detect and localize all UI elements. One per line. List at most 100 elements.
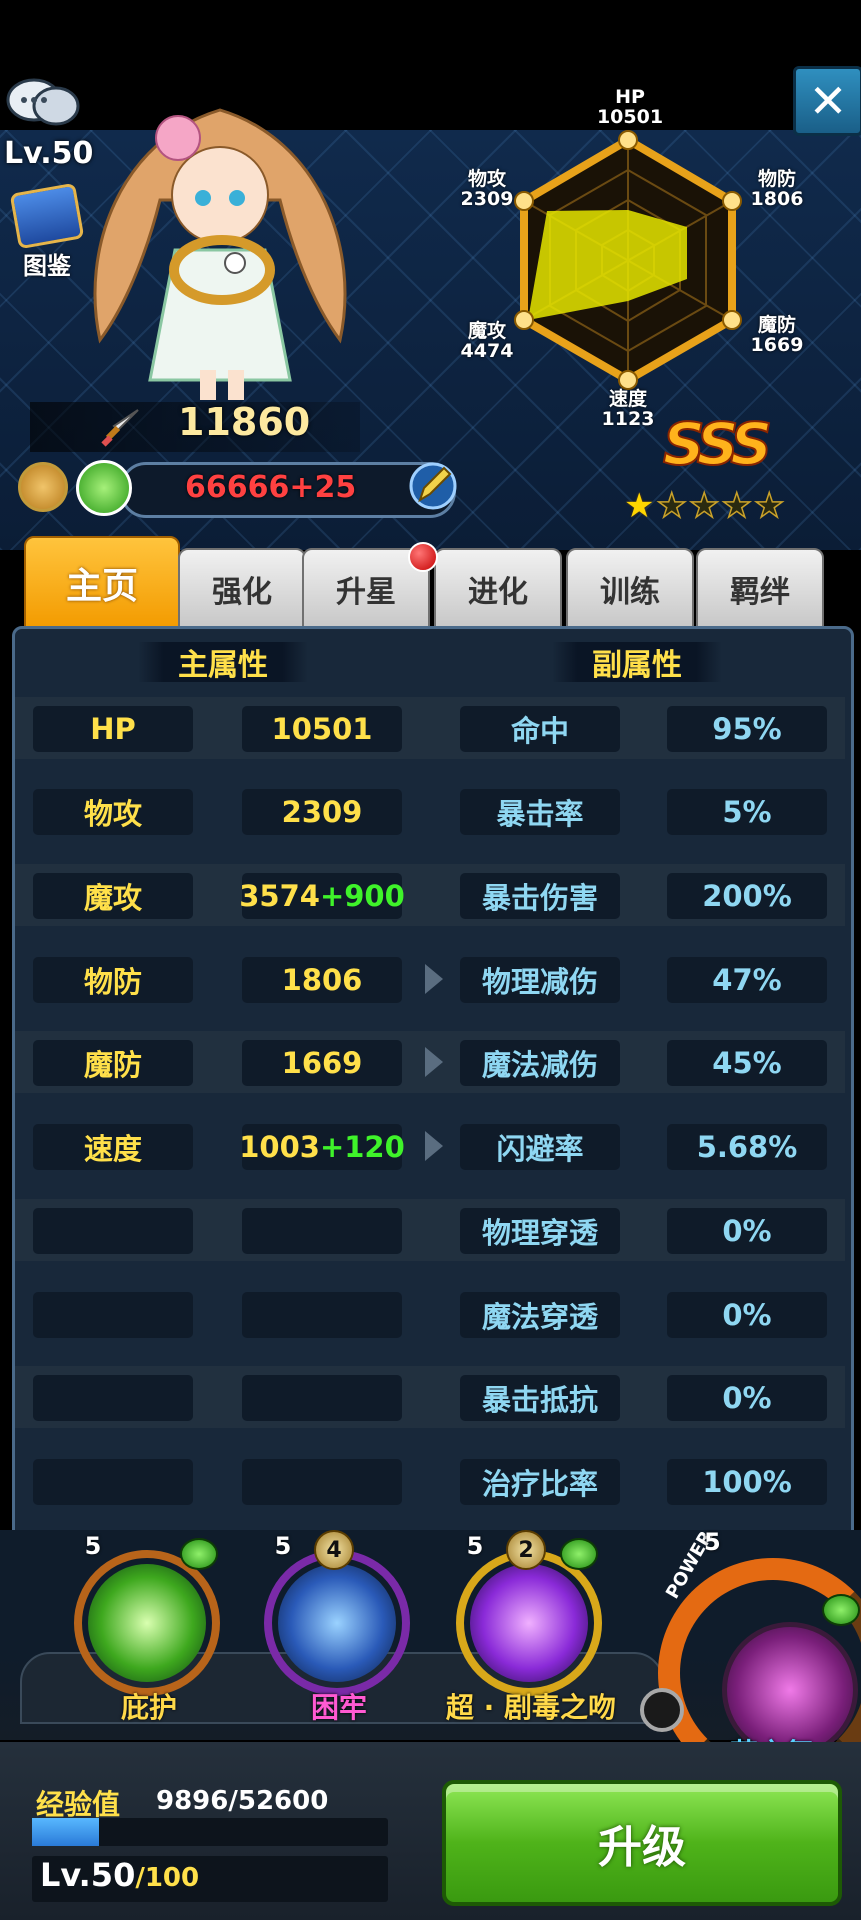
main-attr-name: HP — [33, 706, 193, 752]
tab-enhance[interactable]: 强化 — [178, 548, 306, 630]
sub-attr-name: 暴击伤害 — [460, 873, 620, 919]
sub-attr-value: 200% — [667, 873, 827, 919]
level-display: Lv.50/100 — [40, 1856, 200, 1894]
radar-label-mag-atk: 魔攻 4474 — [460, 320, 514, 362]
tab-home[interactable]: 主页 — [24, 536, 180, 630]
main-attributes-title: 主属性 — [138, 642, 308, 683]
sub-attr-value: 0% — [667, 1208, 827, 1254]
upgrade-button[interactable]: 升级 — [442, 1780, 842, 1906]
main-attr-value: 2309 — [242, 789, 402, 835]
radar-label-mag-def: 魔防 1669 — [750, 314, 804, 356]
sub-attr-value: 100% — [667, 1459, 827, 1505]
arrow-right-icon — [425, 1047, 443, 1077]
sub-attr-name: 暴击率 — [460, 789, 620, 835]
shield-heal-icon — [88, 1564, 206, 1682]
main-attr-name: 物攻 — [33, 789, 193, 835]
sub-attr-name: 治疗比率 — [460, 1459, 620, 1505]
tab-training[interactable]: 训练 — [566, 548, 694, 630]
main-attr-name: 物防 — [33, 957, 193, 1003]
main-attr-name — [33, 1375, 193, 1421]
star-icon: ★ — [753, 485, 787, 527]
main-attr-value: 1669 — [242, 1040, 402, 1086]
main-attr-value — [242, 1208, 402, 1254]
sub-attr-name: 闪避率 — [460, 1124, 620, 1170]
tab-bond[interactable]: 羁绊 — [696, 548, 824, 630]
main-attr-name: 魔攻 — [33, 873, 193, 919]
main-attr-value — [242, 1459, 402, 1505]
edit-pencil-icon[interactable] — [408, 460, 458, 512]
skill-level: 5 — [274, 1532, 292, 1560]
cage-icon — [278, 1564, 396, 1682]
ultimate-level: 5 — [704, 1528, 721, 1556]
sub-attr-value: 5.68% — [667, 1124, 827, 1170]
main-attr-name — [33, 1459, 193, 1505]
main-attr-name — [33, 1292, 193, 1338]
star-icon: ★ — [624, 486, 657, 526]
sub-attr-name: 物理穿透 — [460, 1208, 620, 1254]
sub-attr-value: 95% — [667, 706, 827, 752]
key-icon — [640, 1688, 684, 1732]
main-attr-value — [242, 1292, 402, 1338]
skill-poison-kiss[interactable]: 5 2 超 · 剧毒之吻 — [446, 1528, 616, 1724]
sword-icon — [101, 409, 139, 447]
skill-level: 5 — [466, 1532, 484, 1560]
exp-value: 9896/52600 — [156, 1786, 329, 1816]
attribute-row: 物攻 2309 暴击率 5% — [15, 780, 845, 842]
radar-chart — [514, 130, 742, 390]
attribute-row: 治疗比率 100% — [15, 1450, 845, 1512]
sub-attr-name: 物理减伤 — [460, 957, 620, 1003]
skill-level: 5 — [84, 1532, 102, 1560]
sub-attr-value: 45% — [667, 1040, 827, 1086]
sub-attr-value: 5% — [667, 789, 827, 835]
sub-attr-value: 0% — [667, 1375, 827, 1421]
leaf-icon — [180, 1538, 218, 1570]
sub-attributes-title: 副属性 — [552, 642, 722, 683]
main-attr-name — [33, 1208, 193, 1254]
poison-kiss-icon — [470, 1564, 588, 1682]
star-icon: ★ — [656, 485, 689, 527]
attribute-row: 魔防 1669 魔法减伤 45% — [15, 1031, 845, 1093]
hero-portrait — [93, 108, 347, 400]
main-attr-name: 魔防 — [33, 1040, 193, 1086]
skill-rank-badge: 2 — [506, 1530, 546, 1570]
main-attr-value: 1003 +120 — [239, 1124, 405, 1170]
attribute-row: 暴击抵抗 0% — [15, 1366, 845, 1428]
attribute-row: 速度 1003 +120 闪避率 5.68% — [15, 1115, 845, 1177]
hero-grade: SSS — [662, 409, 773, 479]
attribute-row: 魔法穿透 0% — [15, 1283, 845, 1345]
main-attr-value: 3574 +900 — [239, 873, 405, 919]
leaf-icon — [822, 1594, 860, 1626]
main-attr-value: 10501 — [242, 706, 402, 752]
main-attr-name: 速度 — [33, 1124, 193, 1170]
attribute-row: HP 10501 命中 95% — [15, 697, 845, 759]
sub-attr-value: 47% — [667, 957, 827, 1003]
star-icon: ★ — [721, 485, 754, 527]
fire-element-icon[interactable] — [18, 462, 68, 512]
attribute-row: 物理穿透 0% — [15, 1199, 845, 1261]
combat-power: 11860 — [178, 400, 311, 444]
nature-element-icon[interactable] — [76, 460, 132, 516]
exp-progress-bar — [32, 1818, 388, 1846]
tab-evolve[interactable]: 进化 — [434, 548, 562, 630]
radar-label-hp: HP 10501 — [596, 86, 664, 128]
resource-value: 66666+25 — [185, 470, 357, 505]
radar-label-phys-atk: 物攻 2309 — [460, 168, 514, 210]
attribute-row: 物防 1806 物理减伤 47% — [15, 948, 845, 1010]
skill-prison[interactable]: 5 4 困牢 — [264, 1528, 414, 1724]
sub-attr-name: 命中 — [460, 706, 620, 752]
exp-progress-fill — [32, 1818, 99, 1846]
main-attr-value: 1806 — [242, 957, 402, 1003]
skill-name: 超 · 剧毒之吻 — [445, 1691, 617, 1724]
skill-rank-badge: 4 — [314, 1530, 354, 1570]
attribute-radar: HP 10501 物防 1806 魔防 1669 速度 1123 魔攻 4474 物攻 23… — [455, 85, 815, 429]
attribute-row: 魔攻 3574 +900 暴击伤害 200% — [15, 864, 845, 926]
skill-shelter[interactable]: 5 庇护 — [74, 1528, 224, 1724]
ultimate-skill[interactable]: POWER 5 花之舞 — [640, 1527, 861, 1788]
star-rating: ★★★★★ — [624, 485, 787, 527]
sub-attr-value: 0% — [667, 1292, 827, 1338]
sub-attr-name: 魔法穿透 — [460, 1292, 620, 1338]
arrow-right-icon — [425, 964, 443, 994]
radar-label-speed: 速度 1123 — [601, 388, 655, 430]
star-icon: ★ — [688, 485, 722, 527]
exp-label: 经验值 — [36, 1788, 121, 1821]
